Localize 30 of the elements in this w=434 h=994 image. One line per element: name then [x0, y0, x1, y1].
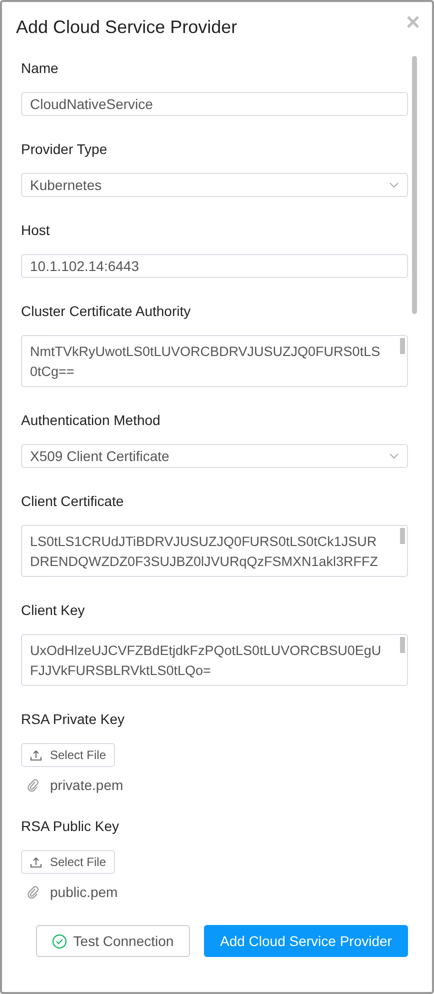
- test-connection-button[interactable]: Test Connection: [36, 925, 190, 957]
- field-label: Name: [21, 60, 58, 76]
- textarea-field[interactable]: NmtTVkRyUwotLS0tLUVORCBDRVJUSUZJQ0FURS0tLS 0tCg==: [21, 335, 408, 387]
- paperclip-icon: [27, 886, 39, 898]
- field-label: RSA Private Key: [21, 711, 124, 727]
- select-field[interactable]: Kubernetes: [21, 173, 408, 197]
- upload-icon: [30, 749, 42, 761]
- field-label: Provider Type: [21, 141, 108, 157]
- field-label: RSA Public Key: [21, 818, 120, 834]
- textarea-field[interactable]: UxOdHlzeUJCVFZBdEtjdkFzPQotLS0tLUVORCBSU0EgU FJJVkFURSBLRVktLS0tLQo=: [21, 634, 408, 686]
- select-file-button[interactable]: Select File: [21, 850, 116, 874]
- paperclip-icon: [27, 778, 39, 792]
- select-file-button[interactable]: Select File: [21, 743, 116, 767]
- chevron-icon: [389, 182, 399, 188]
- file-name[interactable]: private.pem: [50, 777, 124, 793]
- input-field[interactable]: CloudNativeService: [21, 92, 408, 116]
- field-label: Client Certificate: [21, 493, 124, 509]
- field-label: Host: [21, 222, 50, 238]
- scrollbar[interactable]: [412, 56, 417, 314]
- file-name[interactable]: public.pem: [50, 884, 118, 900]
- textarea-field[interactable]: LS0tLS1CRUdJTiBDRVJUSUZJQ0FURS0tLS0tCk1JSUR DRENDQWZDZ0F3SUJBZ0lJVURqQzFSMXN1akl3RFFZ: [21, 525, 408, 577]
- upload-icon: [30, 856, 42, 868]
- field-label: Cluster Certificate Authority: [21, 303, 191, 319]
- select-field[interactable]: X509 Client Certificate: [21, 444, 408, 468]
- field-label: Authentication Method: [21, 412, 160, 428]
- field-label: Client Key: [21, 602, 85, 618]
- dialog-title: Add Cloud Service Provider: [16, 16, 238, 38]
- input-field[interactable]: 10.1.102.14:6443: [21, 254, 408, 278]
- chevron-icon: [389, 453, 399, 459]
- check-circle-icon: [52, 934, 68, 948]
